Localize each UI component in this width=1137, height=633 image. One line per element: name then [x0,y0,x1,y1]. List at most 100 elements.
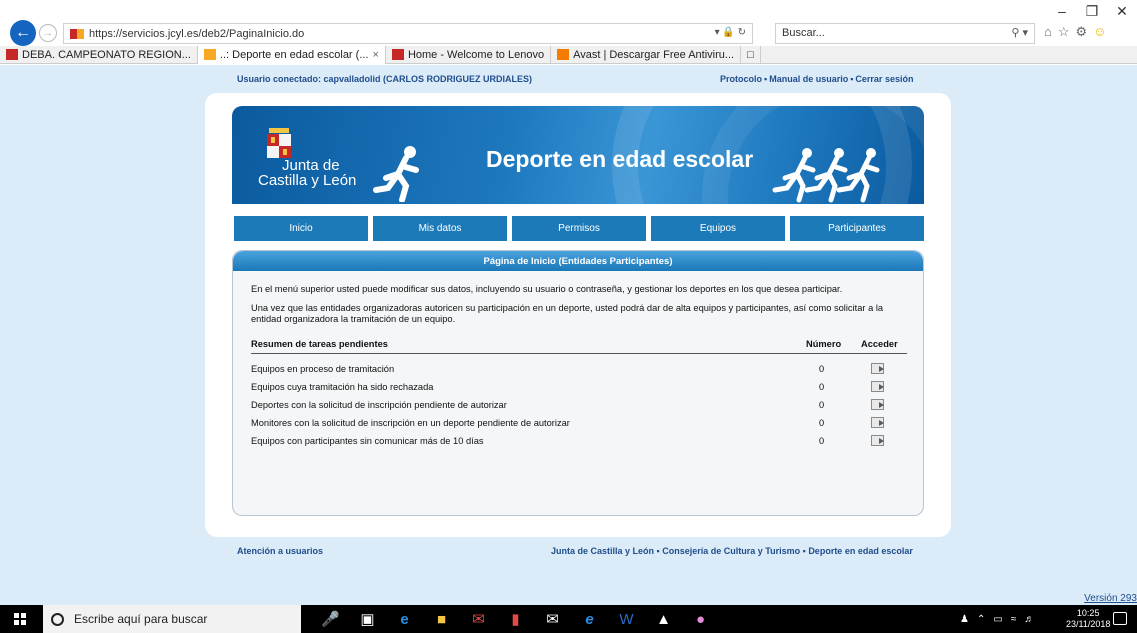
task-count: 0 [819,382,825,392]
intro-paragraph-2: Una vez que las entidades organizadoras … [251,303,884,324]
top-links: Protocolo ▪ Manual de usuario ▪ Cerrar sesió… [720,74,913,84]
table-row: Equipos en proceso de tramitación 0 [251,361,907,378]
main-panel: Junta de Castilla y León Deporte en edad… [205,93,951,537]
people-icon[interactable]: ♟ [960,614,969,625]
link-cerrar-sesion[interactable]: Cerrar sesión [855,74,913,84]
settings-gear-icon[interactable]: ⚙ [1076,24,1088,40]
separator-dot: ▪ [764,74,768,84]
browser-tab-label: Home - Welcome to Lenovo [407,48,545,61]
runner-icon [373,146,419,202]
table-row: Monitores con la solicitud de inscripció… [251,415,907,432]
restore-icon[interactable]: ❐ [1077,0,1107,22]
banner-title: Deporte en edad escolar [486,146,754,172]
content-box: Página de Inicio (Entidades Participante… [232,250,924,516]
runners-group-icon [772,148,880,203]
task-count: 0 [819,400,825,410]
browser-tab[interactable]: Home - Welcome to Lenovo [386,45,552,64]
close-icon[interactable]: ✕ [1107,0,1137,22]
favorites-star-icon[interactable]: ☆ [1058,24,1070,40]
system-tray: ♟ ⌃ ▭ ≈ ♬ [960,609,1034,629]
access-icon[interactable] [871,417,884,428]
table-row: Equipos cuya tramitación ha sido rechaza… [251,379,907,396]
address-bar[interactable]: https://servicios.jcyl.es/deb2/PaginaIni… [63,23,753,44]
menu-permisos[interactable]: Permisos [512,216,646,241]
mail-envelope-icon[interactable]: ✉ [534,608,571,630]
avast-icon [557,49,570,60]
menu-mis-datos[interactable]: Mis datos [373,216,507,241]
internet-explorer-icon[interactable]: e [571,608,608,630]
connected-user: Usuario conectado: capvalladolid (CARLOS… [237,74,533,84]
lenovo-icon [391,49,404,60]
wifi-icon[interactable]: ≈ [1011,614,1017,625]
new-tab-icon[interactable]: □ [741,45,761,64]
browser-tab-label: DEBA. CAMPEONATO REGION... [22,48,191,61]
task-label: Equipos con participantes sin comunicar … [251,436,484,446]
paint-3d-icon[interactable]: ● [682,608,719,630]
photos-icon[interactable]: ▲ [645,608,682,630]
link-protocolo[interactable]: Protocolo [720,74,762,84]
taskbar-clock[interactable]: 10:25 23/11/2018 [1066,608,1110,630]
taskbar-search-placeholder: Escribe aquí para buscar [74,612,208,626]
table-row: Equipos con participantes sin comunicar … [251,433,907,450]
task-label: Deportes con la solicitud de inscripción… [251,400,507,410]
close-tab-icon[interactable]: × [373,49,379,61]
browser-search-input[interactable]: Buscar... ⚲ ▾ [775,23,1035,44]
forward-arrow-icon[interactable]: → [39,24,57,42]
battery-icon[interactable]: ▭ [993,614,1002,625]
browser-search-placeholder: Buscar... [782,27,825,39]
header-banner: Junta de Castilla y León Deporte en edad… [232,106,924,204]
separator-dot: ▪ [850,74,854,84]
version-link[interactable]: Versión 293 [1084,593,1137,604]
link-manual-usuario[interactable]: Manual de usuario [769,74,848,84]
browser-tab-label: ..: Deporte en edad escolar (... [219,48,369,61]
address-controls[interactable]: ▾ 🔒 ↻ [715,27,746,38]
footer-link-deporte[interactable]: Deporte en edad escolar [808,546,913,556]
home-icon[interactable]: ⌂ [1044,24,1052,40]
window-titlebar: – ❐ ✕ [0,0,1137,22]
column-header-task: Resumen de tareas pendientes [251,339,388,349]
windows-start-icon[interactable] [14,613,26,625]
microphone-icon[interactable]: 🎤 [312,608,349,630]
file-explorer-icon[interactable]: ■ [423,608,460,630]
notifications-icon[interactable] [1113,612,1127,625]
footer-support-link[interactable]: Atención a usuarios [237,546,323,556]
menu-inicio[interactable]: Inicio [234,216,368,241]
back-arrow-icon[interactable]: ← [10,20,36,46]
organization-name-line1: Junta de [282,157,340,174]
task-count: 0 [819,364,825,374]
column-header-number: Número [806,339,842,349]
mail-app-icon[interactable]: ✉ [460,608,497,630]
access-icon[interactable] [871,399,884,410]
content-heading: Página de Inicio (Entidades Participante… [233,251,923,271]
task-label: Equipos cuya tramitación ha sido rechaza… [251,382,434,392]
smiley-icon[interactable]: ☺ [1093,24,1106,40]
organization-name-line2: Castilla y León [258,172,357,189]
cortana-icon [51,612,64,626]
minimize-icon[interactable]: – [1047,0,1077,22]
access-icon[interactable] [871,381,884,392]
browser-tab[interactable]: ..: Deporte en edad escolar (... × [197,45,386,64]
windows-taskbar: Escribe aquí para buscar 🎤 ▣ e ■ ✉ ▮ ✉ e… [0,605,1137,633]
access-icon[interactable] [871,363,884,374]
edge-browser-icon[interactable]: e [386,608,423,630]
tasks-table-header: Resumen de tareas pendientes Número Acce… [251,337,907,354]
task-view-icon[interactable]: ▣ [349,608,386,630]
browser-tab[interactable]: Avast | Descargar Free Antiviru... [551,45,742,64]
search-icon[interactable]: ⚲ ▾ [1011,26,1028,39]
footer-link-jcyl[interactable]: Junta de Castilla y León [551,546,654,556]
access-icon[interactable] [871,435,884,446]
taskbar-search-input[interactable]: Escribe aquí para buscar [43,605,301,633]
menu-participantes[interactable]: Participantes [790,216,924,241]
site-favicon-icon [70,28,84,39]
jcyl-icon [203,49,216,60]
intro-paragraph-1: En el menú superior usted puede modifica… [251,284,843,294]
main-menu: Inicio Mis datos Permisos Equipos Partic… [234,216,924,241]
acrobat-icon[interactable]: ▮ [497,608,534,630]
menu-equipos[interactable]: Equipos [651,216,785,241]
tray-expand-icon[interactable]: ⌃ [977,614,985,625]
word-icon[interactable]: W [608,608,645,630]
organization-name: Junta de Castilla y León [258,158,356,188]
browser-tab[interactable]: DEBA. CAMPEONATO REGION... [0,45,198,64]
volume-icon[interactable]: ♬ [1024,614,1034,625]
footer-link-consejeria[interactable]: Consejería de Cultura y Turismo [662,546,800,556]
